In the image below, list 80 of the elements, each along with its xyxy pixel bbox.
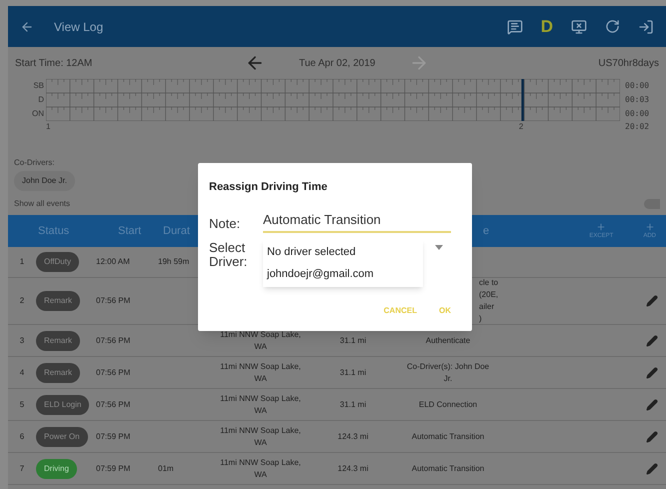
driver-status-letter[interactable]: D [540,14,553,40]
row-number: 2 [18,295,26,307]
note-input-field[interactable]: Automatic Transition [263,210,451,233]
distance: 31.1 mi [340,400,366,408]
row-number: 5 [18,398,26,410]
row-number: 1 [18,256,26,268]
date-label: Tue Apr 02, 2019 [299,56,376,70]
driver-option[interactable]: johndoejr@gmail.com [263,263,423,285]
grid-row-label: D [38,94,44,106]
row-total: 00:03 [625,94,650,106]
note: Automatic Transition [412,432,484,440]
edit-icon[interactable] [646,295,658,307]
location: 11mi NNW Soap Lake, WA [220,426,301,446]
distance: 31.1 mi [340,336,366,344]
hour-label: 1 [46,121,50,133]
hour-label: 2 [518,121,524,133]
grid-row-label: SB [33,80,44,92]
edit-icon[interactable] [646,334,658,346]
location: 11mi NNW Soap Lake, WA [220,458,301,478]
edit-icon[interactable] [646,462,658,474]
start-time: 12:00 AM [96,256,131,268]
toolbar-title: View Log [54,18,104,36]
distance: 124.3 mi [338,464,368,472]
co-driver-chip[interactable]: John Doe Jr. [14,171,75,191]
dropdown-caret-icon[interactable] [435,245,443,250]
note: cle to (20E, ailer ) [479,278,498,323]
note: Authenticate [426,336,470,344]
start-time: 07:56 PM [96,295,132,307]
plus-icon [596,222,606,232]
start-time: 07:56 PM [96,334,132,346]
duration: 19h 59m [158,257,190,266]
start-time: 07:59 PM [96,462,132,474]
column-header: Status [38,224,70,239]
row-number: 4 [18,366,26,378]
status-chip: Remark [36,330,80,350]
column-header: Durat [163,224,191,239]
select-driver-label: Select Driver: [209,241,248,269]
distance: 124.3 mi [338,432,368,440]
refresh-icon[interactable] [605,19,620,34]
grand-total: 20:02 [625,121,650,133]
location: 11mi NNW Soap Lake, WA [220,362,301,382]
monitor-x-icon[interactable] [571,18,587,34]
message-icon[interactable] [506,18,523,34]
start-time: 07:56 PM [96,366,132,378]
status-chip: Driving [36,458,77,478]
grid-row-label: ON [32,108,44,120]
column-header: e [483,224,490,239]
start-time-label: Start Time: 12AM [15,56,94,70]
location: 11mi NNW Soap Lake, WA [220,394,301,414]
dialog-title: Reassign Driving Time [209,180,328,195]
location: 11mi NNW Soap Lake, WA [220,330,301,350]
row-total: 00:00 [625,80,650,92]
note-label: Note: [209,214,242,232]
co-drivers-label: Co-Drivers: [14,157,56,169]
row-number: 3 [18,334,26,346]
status-chip: Remark [36,291,80,311]
status-chip: ELD Login [36,394,90,414]
column-header: Start [118,224,142,239]
status-chip: OffDuty [36,252,79,272]
edit-icon[interactable] [646,430,658,442]
note: Co-Driver(s): John Doe Jr. [406,362,490,382]
back-icon[interactable] [20,20,34,34]
show-all-events-label: Show all events [14,198,70,210]
logout-icon[interactable] [638,18,654,34]
distance: 31.1 mi [340,368,366,376]
start-time: 07:56 PM [96,398,132,410]
plus-icon [644,222,655,232]
row-number: 7 [18,462,26,474]
status-chip: Power On [36,426,88,446]
duration: 01m [158,464,174,472]
start-time: 07:59 PM [96,430,132,442]
edit-icon[interactable] [646,398,658,410]
status-chip: Remark [36,362,80,382]
row-number: 6 [18,430,26,442]
driver-option[interactable]: No driver selected [263,241,423,263]
note: Automatic Transition [412,464,484,472]
ruleset-label: US70hr8days [598,56,659,70]
note: ELD Connection [418,400,478,408]
edit-icon[interactable] [646,366,658,378]
row-total: 00:00 [625,108,650,120]
